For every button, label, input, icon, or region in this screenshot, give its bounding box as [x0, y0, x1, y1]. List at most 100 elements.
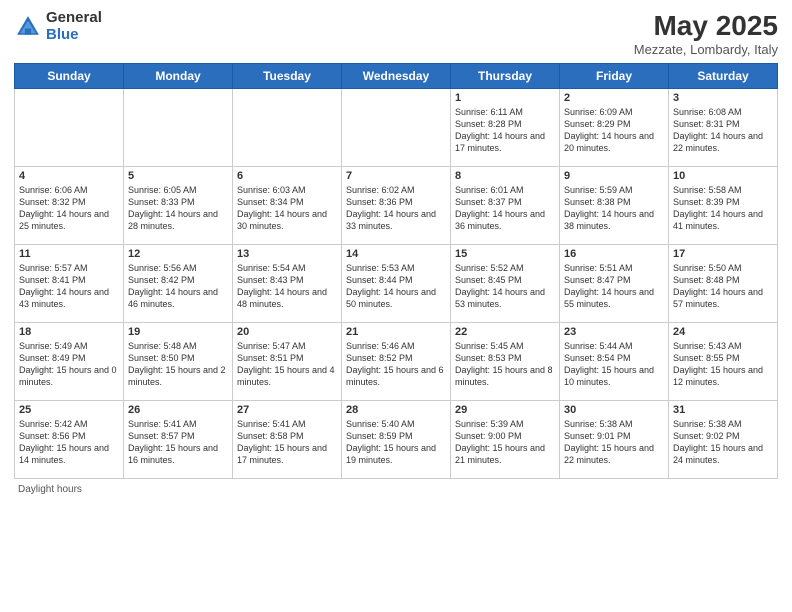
main-title: May 2025 — [634, 10, 778, 42]
calendar-cell — [15, 89, 124, 167]
day-number: 24 — [673, 326, 773, 338]
calendar-cell: 5Sunrise: 6:05 AM Sunset: 8:33 PM Daylig… — [124, 167, 233, 245]
calendar-body: 1Sunrise: 6:11 AM Sunset: 8:28 PM Daylig… — [15, 89, 778, 479]
day-number: 7 — [346, 170, 446, 182]
day-info: Sunrise: 5:47 AM Sunset: 8:51 PM Dayligh… — [237, 340, 337, 389]
day-number: 18 — [19, 326, 119, 338]
day-info: Sunrise: 5:38 AM Sunset: 9:02 PM Dayligh… — [673, 418, 773, 467]
calendar-cell — [124, 89, 233, 167]
day-info: Sunrise: 5:53 AM Sunset: 8:44 PM Dayligh… — [346, 262, 446, 311]
day-info: Sunrise: 5:40 AM Sunset: 8:59 PM Dayligh… — [346, 418, 446, 467]
day-info: Sunrise: 5:43 AM Sunset: 8:55 PM Dayligh… — [673, 340, 773, 389]
day-number: 11 — [19, 248, 119, 260]
day-number: 8 — [455, 170, 555, 182]
calendar-cell: 1Sunrise: 6:11 AM Sunset: 8:28 PM Daylig… — [451, 89, 560, 167]
logo-icon — [14, 13, 42, 41]
day-info: Sunrise: 5:54 AM Sunset: 8:43 PM Dayligh… — [237, 262, 337, 311]
calendar-cell: 11 Sunrise: 5:57 AM Sunset: 8:41 PM Dayli… — [15, 245, 124, 323]
logo: General Blue — [14, 10, 102, 43]
day-info: Sunrise: 6:03 AM Sunset: 8:34 PM Dayligh… — [237, 184, 337, 233]
day-info: Sunrise: 5:38 AM Sunset: 9:01 PM Dayligh… — [564, 418, 664, 467]
day-number: 31 — [673, 404, 773, 416]
weekday-header-tuesday: Tuesday — [233, 64, 342, 89]
day-number: 26 — [128, 404, 228, 416]
day-number: 28 — [346, 404, 446, 416]
header: General Blue May 2025 Mezzate, Lombardy,… — [14, 10, 778, 57]
weekday-header-wednesday: Wednesday — [342, 64, 451, 89]
calendar-cell: 10Sunrise: 5:58 AM Sunset: 8:39 PM Dayli… — [669, 167, 778, 245]
day-number: 15 — [455, 248, 555, 260]
day-info: Sunrise: 5:48 AM Sunset: 8:50 PM Dayligh… — [128, 340, 228, 389]
calendar-cell: 2Sunrise: 6:09 AM Sunset: 8:29 PM Daylig… — [560, 89, 669, 167]
day-number: 19 — [128, 326, 228, 338]
day-number: 30 — [564, 404, 664, 416]
day-number: 25 — [19, 404, 119, 416]
logo-general-text: General — [46, 10, 102, 27]
day-number: 16 — [564, 248, 664, 260]
calendar-cell: 17Sunrise: 5:50 AM Sunset: 8:48 PM Dayli… — [669, 245, 778, 323]
day-info: Sunrise: 5:57 AM Sunset: 8:41 PM Dayligh… — [19, 262, 119, 311]
day-info: Sunrise: 6:05 AM Sunset: 8:33 PM Dayligh… — [128, 184, 228, 233]
calendar-cell — [342, 89, 451, 167]
day-info: Sunrise: 5:41 AM Sunset: 8:58 PM Dayligh… — [237, 418, 337, 467]
calendar-cell: 23 Sunrise: 5:44 AM Sunset: 8:54 PM Dayli… — [560, 323, 669, 401]
calendar-cell: 4 Sunrise: 6:06 AM Sunset: 8:32 PM Daylig… — [15, 167, 124, 245]
day-info: Sunrise: 5:41 AM Sunset: 8:57 PM Dayligh… — [128, 418, 228, 467]
day-info: Sunrise: 5:46 AM Sunset: 8:52 PM Dayligh… — [346, 340, 446, 389]
calendar-cell: 22Sunrise: 5:45 AM Sunset: 8:53 PM Dayli… — [451, 323, 560, 401]
day-info: Sunrise: 5:58 AM Sunset: 8:39 PM Dayligh… — [673, 184, 773, 233]
weekday-header-friday: Friday — [560, 64, 669, 89]
calendar-cell: 8 Sunrise: 6:01 AM Sunset: 8:37 PM Daylig… — [451, 167, 560, 245]
day-info: Sunrise: 5:52 AM Sunset: 8:45 PM Dayligh… — [455, 262, 555, 311]
daylight-label: Daylight hours — [18, 484, 82, 495]
day-number: 23 — [564, 326, 664, 338]
weekday-header-monday: Monday — [124, 64, 233, 89]
calendar-cell: 21 Sunrise: 5:46 AM Sunset: 8:52 PM Dayli… — [342, 323, 451, 401]
logo-blue-text: Blue — [46, 27, 102, 44]
day-info: Sunrise: 5:50 AM Sunset: 8:48 PM Dayligh… — [673, 262, 773, 311]
day-info: Sunrise: 6:02 AM Sunset: 8:36 PM Dayligh… — [346, 184, 446, 233]
calendar-cell: 30 Sunrise: 5:38 AM Sunset: 9:01 PM Dayli… — [560, 401, 669, 479]
day-info: Sunrise: 6:11 AM Sunset: 8:28 PM Dayligh… — [455, 106, 555, 155]
calendar-cell: 20 Sunrise: 5:47 AM Sunset: 8:51 PM Dayli… — [233, 323, 342, 401]
calendar-cell: 18Sunrise: 5:49 AM Sunset: 8:49 PM Dayli… — [15, 323, 124, 401]
day-number: 12 — [128, 248, 228, 260]
weekday-header-saturday: Saturday — [669, 64, 778, 89]
calendar-cell: 24 Sunrise: 5:43 AM Sunset: 8:55 PM Dayli… — [669, 323, 778, 401]
day-number: 4 — [19, 170, 119, 182]
day-number: 6 — [237, 170, 337, 182]
day-info: Sunrise: 6:06 AM Sunset: 8:32 PM Dayligh… — [19, 184, 119, 233]
footer: Daylight hours — [14, 484, 778, 495]
day-info: Sunrise: 5:51 AM Sunset: 8:47 PM Dayligh… — [564, 262, 664, 311]
calendar-cell: 3 Sunrise: 6:08 AM Sunset: 8:31 PM Daylig… — [669, 89, 778, 167]
day-info: Sunrise: 6:08 AM Sunset: 8:31 PM Dayligh… — [673, 106, 773, 155]
calendar-cell: 26 Sunrise: 5:41 AM Sunset: 8:57 PM Dayli… — [124, 401, 233, 479]
day-info: Sunrise: 5:39 AM Sunset: 9:00 PM Dayligh… — [455, 418, 555, 467]
calendar-cell — [233, 89, 342, 167]
day-info: Sunrise: 6:01 AM Sunset: 8:37 PM Dayligh… — [455, 184, 555, 233]
day-info: Sunrise: 5:59 AM Sunset: 8:38 PM Dayligh… — [564, 184, 664, 233]
page: General Blue May 2025 Mezzate, Lombardy,… — [0, 0, 792, 612]
day-number: 14 — [346, 248, 446, 260]
day-number: 20 — [237, 326, 337, 338]
day-number: 27 — [237, 404, 337, 416]
title-block: May 2025 Mezzate, Lombardy, Italy — [634, 10, 778, 57]
calendar-cell: 27 Sunrise: 5:41 AM Sunset: 8:58 PM Dayli… — [233, 401, 342, 479]
day-number: 3 — [673, 92, 773, 104]
day-number: 22 — [455, 326, 555, 338]
day-number: 2 — [564, 92, 664, 104]
calendar-cell: 25Sunrise: 5:42 AM Sunset: 8:56 PM Dayli… — [15, 401, 124, 479]
day-info: Sunrise: 5:44 AM Sunset: 8:54 PM Dayligh… — [564, 340, 664, 389]
calendar-cell: 9Sunrise: 5:59 AM Sunset: 8:38 PM Daylig… — [560, 167, 669, 245]
calendar-week-5: 25Sunrise: 5:42 AM Sunset: 8:56 PM Dayli… — [15, 401, 778, 479]
day-number: 21 — [346, 326, 446, 338]
calendar-week-1: 1Sunrise: 6:11 AM Sunset: 8:28 PM Daylig… — [15, 89, 778, 167]
calendar-cell: 14 Sunrise: 5:53 AM Sunset: 8:44 PM Dayli… — [342, 245, 451, 323]
calendar-cell: 31 Sunrise: 5:38 AM Sunset: 9:02 PM Dayli… — [669, 401, 778, 479]
calendar-cell: 15 Sunrise: 5:52 AM Sunset: 8:45 PM Dayli… — [451, 245, 560, 323]
weekday-header-thursday: Thursday — [451, 64, 560, 89]
calendar-header: SundayMondayTuesdayWednesdayThursdayFrid… — [15, 64, 778, 89]
calendar-week-2: 4 Sunrise: 6:06 AM Sunset: 8:32 PM Daylig… — [15, 167, 778, 245]
calendar-cell: 29Sunrise: 5:39 AM Sunset: 9:00 PM Dayli… — [451, 401, 560, 479]
calendar-cell: 7 Sunrise: 6:02 AM Sunset: 8:36 PM Daylig… — [342, 167, 451, 245]
